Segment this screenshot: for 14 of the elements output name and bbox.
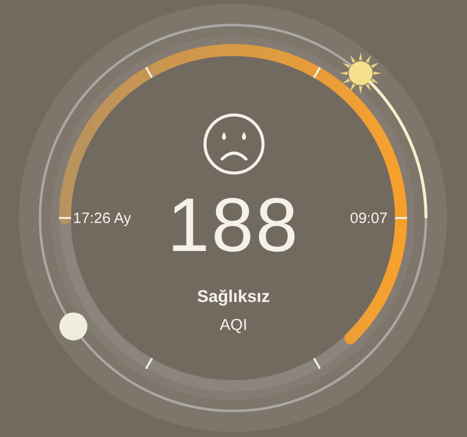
tick-mark	[145, 358, 153, 370]
tick-mark	[313, 66, 321, 78]
time-label: 09:07	[350, 209, 388, 229]
aqi-value: 188	[167, 188, 300, 264]
moon-icon	[59, 312, 88, 340]
tick-mark	[313, 358, 321, 370]
time-label: 17:26 Ay	[73, 209, 132, 229]
tick-mark	[145, 66, 153, 78]
aqi-unit: AQI	[220, 316, 248, 336]
tick-mark	[59, 217, 71, 219]
sad-face-icon	[202, 112, 266, 176]
aqi-status: Sağlıksız	[197, 286, 270, 308]
tick-mark	[395, 217, 407, 219]
sun-icon	[340, 52, 382, 94]
